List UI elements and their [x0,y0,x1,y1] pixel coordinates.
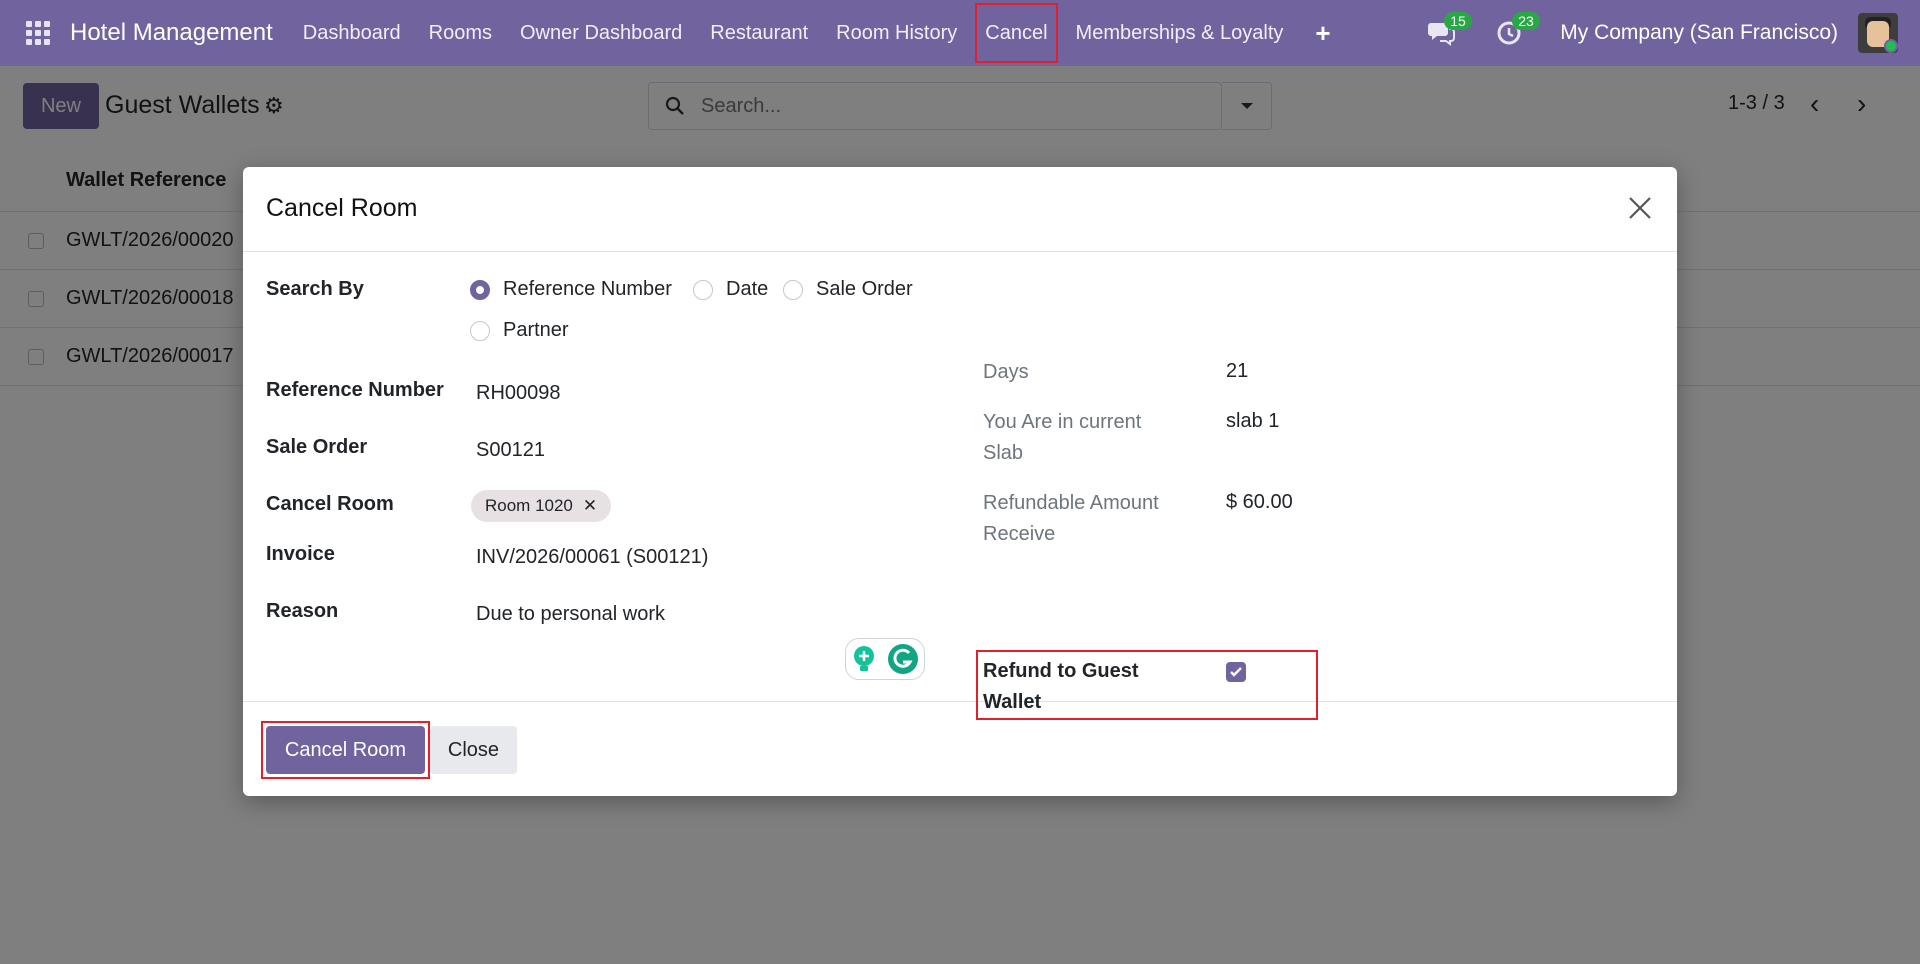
sale-order-label: Sale Order [266,436,368,458]
days-value: 21 [1226,360,1249,382]
sale-order-field[interactable]: S00121 [476,439,545,462]
company-switcher[interactable]: My Company (San Francisco) [1560,21,1838,45]
checkmark-icon [1230,667,1242,677]
nav-room-history[interactable]: Room History [822,4,971,62]
close-icon[interactable] [1625,193,1655,223]
nav-restaurant[interactable]: Restaurant [696,4,822,62]
refund-to-guest-wallet-checkbox[interactable] [1226,662,1246,682]
close-button[interactable]: Close [430,726,517,774]
refundable-amount-label-line: Receive [983,523,1056,545]
top-navbar: Hotel Management Dashboard Rooms Owner D… [0,0,1920,66]
search-by-label: Search By [266,278,364,300]
user-avatar[interactable] [1858,13,1898,53]
dialog-body: Search By Reference Number Date Sale Ord… [243,252,1677,720]
radio-reference-number[interactable]: Reference Number [470,278,672,301]
nav-owner-dashboard[interactable]: Owner Dashboard [506,4,696,62]
cancel-room-label: Cancel Room [266,493,394,515]
radio-unchecked-icon [470,320,490,341]
days-label: Days [983,361,1029,383]
dialog-footer: Cancel Room Close [243,702,1677,795]
room-tag: Room 1020 ✕ [471,490,612,522]
nav-memberships-loyalty[interactable]: Memberships & Loyalty [1062,4,1298,62]
radio-checked-icon [470,279,490,300]
room-tag-label: Room 1020 [485,496,573,515]
messages-count-badge: 15 [1444,12,1472,30]
app-brand[interactable]: Hotel Management [70,19,273,47]
dialog-header: Cancel Room [243,167,1677,252]
reason-label: Reason [266,600,339,622]
activities-count-badge: 23 [1512,12,1540,30]
refund-wallet-label-line: Refund to Guest [983,660,1139,682]
invoice-label: Invoice [266,543,335,565]
refundable-amount-label-line: Refundable Amount [983,492,1159,514]
radio-partner[interactable]: Partner [470,319,569,342]
online-status-dot [1884,39,1898,53]
messages-button[interactable]: 15 [1424,12,1472,50]
reference-number-field[interactable]: RH00098 [476,382,561,405]
reference-number-label: Reference Number [266,379,444,401]
remove-tag-icon[interactable]: ✕ [583,496,597,516]
nav-cancel[interactable]: Cancel [975,3,1058,63]
current-slab-label-line: Slab [983,442,1024,464]
current-slab-label: You Are in current Slab [983,407,1141,469]
invoice-field[interactable]: INV/2026/00061 (S00121) [476,546,708,569]
cancel-room-button[interactable]: Cancel Room [266,726,425,774]
dialog-title: Cancel Room [266,194,418,222]
current-slab-label-line: You Are in current [983,411,1142,433]
radio-sale-order[interactable]: Sale Order [783,278,913,301]
radio-date[interactable]: Date [693,278,768,301]
current-slab-value: slab 1 [1226,410,1280,432]
nav-rooms[interactable]: Rooms [415,4,506,62]
radio-label: Sale Order [816,278,913,300]
grammarly-icon [888,644,918,674]
activities-button[interactable]: 23 [1492,12,1540,50]
radio-label: Partner [503,319,569,341]
radio-unchecked-icon [693,279,713,300]
refundable-amount-label: Refundable Amount Receive [983,488,1159,550]
radio-label: Reference Number [503,278,672,300]
cancel-room-dialog: Cancel Room Search By Reference Number D… [243,167,1677,796]
reason-field[interactable]: Due to personal work [476,603,665,626]
grammarly-widget[interactable] [845,638,925,680]
apps-menu-icon[interactable] [26,21,50,45]
lightbulb-icon [854,646,874,671]
nav-dashboard[interactable]: Dashboard [289,4,415,62]
radio-unchecked-icon [783,279,803,300]
add-menu-icon[interactable]: + [1297,18,1348,49]
refundable-amount-value: $ 60.00 [1226,491,1293,513]
radio-label: Date [726,278,769,300]
navbar-systray: 15 23 My Company (San Francisco) [1424,12,1920,53]
